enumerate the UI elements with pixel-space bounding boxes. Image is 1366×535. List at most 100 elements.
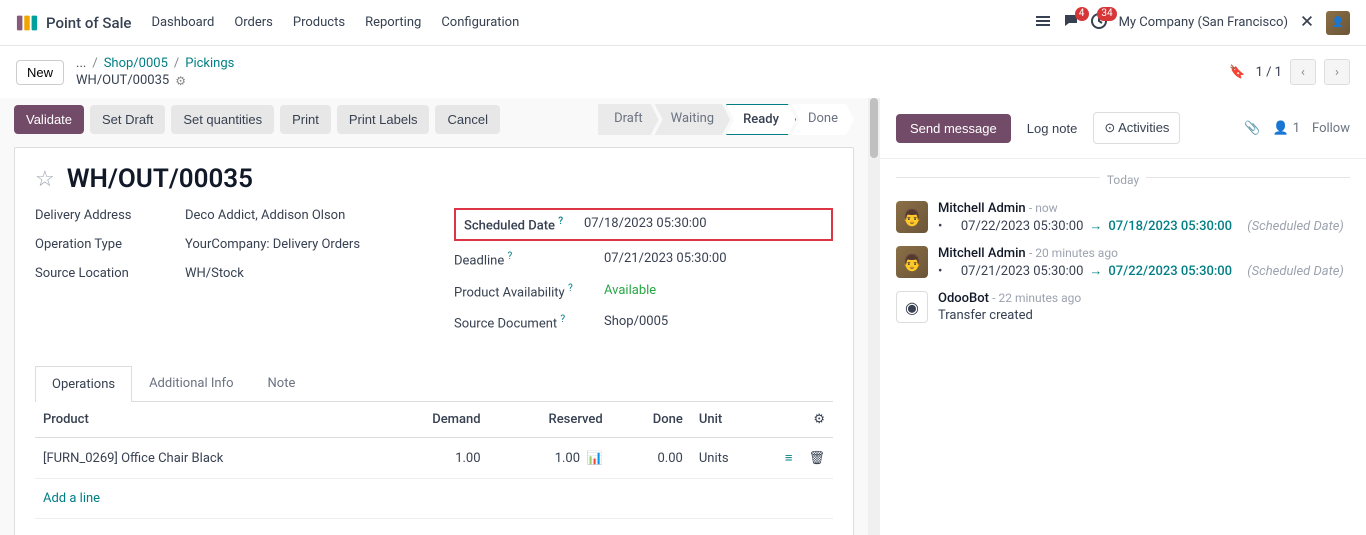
col-done[interactable]: Done	[611, 402, 691, 438]
tab-note[interactable]: Note	[251, 365, 313, 401]
message-body: • 07/22/2023 05:30:00 → 07/18/2023 05:30…	[938, 218, 1350, 234]
bot-avatar[interactable]: ◉	[896, 291, 928, 323]
message: 👨 Mitchell Admin - now • 07/22/2023 05:3…	[880, 195, 1366, 240]
message-author[interactable]: OdooBot	[938, 291, 989, 306]
col-reserved[interactable]: Reserved	[489, 402, 611, 438]
avatar[interactable]: 👨	[896, 246, 928, 278]
operations-table: Product Demand Reserved Done Unit ⚙ [FUR…	[35, 402, 833, 535]
favorite-star-icon[interactable]: ☆	[35, 167, 55, 192]
arrow-icon: →	[1089, 263, 1102, 279]
cancel-button[interactable]: Cancel	[435, 105, 499, 134]
user-avatar[interactable]: 👤	[1326, 11, 1350, 35]
message-author[interactable]: Mitchell Admin	[938, 201, 1026, 216]
tray-icon[interactable]	[1035, 13, 1051, 33]
message-time: - now	[1029, 201, 1058, 215]
delivery-address-label: Delivery Address	[35, 208, 185, 223]
source-document-value[interactable]: Shop/0005	[604, 314, 668, 331]
app-logo[interactable]	[16, 12, 38, 34]
cell-unit[interactable]: Units	[691, 438, 771, 479]
col-demand[interactable]: Demand	[377, 402, 489, 438]
print-button[interactable]: Print	[280, 105, 331, 134]
set-draft-button[interactable]: Set Draft	[90, 105, 165, 134]
status-done[interactable]: Done	[792, 104, 854, 135]
app-name[interactable]: Point of Sale	[46, 14, 131, 32]
delete-icon[interactable]: 🗑	[808, 451, 825, 466]
tab-operations[interactable]: Operations	[35, 366, 132, 402]
scrollbar[interactable]	[868, 98, 880, 535]
help-icon[interactable]: ?	[560, 314, 565, 325]
forecast-icon[interactable]: 📊	[587, 451, 603, 466]
breadcrumb-shop[interactable]: Shop/0005	[104, 56, 168, 71]
notebook-tabs: Operations Additional Info Note	[35, 365, 833, 402]
debug-icon[interactable]	[1300, 14, 1314, 32]
form-view: Validate Set Draft Set quantities Print …	[0, 98, 868, 535]
control-panel: New ... / Shop/0005 / Pickings WH/OUT/00…	[0, 46, 1366, 98]
source-location-value[interactable]: WH/Stock	[185, 266, 244, 281]
col-product[interactable]: Product	[35, 402, 377, 438]
day-separator: Today	[880, 159, 1366, 195]
status-ready[interactable]: Ready	[726, 104, 796, 135]
message-author[interactable]: Mitchell Admin	[938, 246, 1026, 261]
scheduled-date-value[interactable]: 07/18/2023 05:30:00	[584, 216, 707, 233]
status-waiting[interactable]: Waiting	[655, 104, 730, 135]
breadcrumb-current: WH/OUT/00035	[76, 73, 169, 88]
status-draft[interactable]: Draft	[598, 104, 659, 135]
breadcrumb-sep: /	[174, 56, 179, 71]
breadcrumb: ... / Shop/0005 / Pickings WH/OUT/00035 …	[76, 56, 234, 88]
detail-icon[interactable]: ≡	[785, 451, 793, 466]
activities-icon[interactable]: 34	[1091, 13, 1107, 33]
validate-button[interactable]: Validate	[14, 105, 84, 134]
tab-additional-info[interactable]: Additional Info	[132, 365, 250, 401]
set-quantities-button[interactable]: Set quantities	[171, 105, 274, 134]
table-row[interactable]: [FURN_0269] Office Chair Black 1.00 1.00…	[35, 438, 833, 479]
nav-menu: Dashboard Orders Products Reporting Conf…	[151, 15, 519, 30]
pager-next[interactable]: ›	[1324, 59, 1350, 85]
add-line-row[interactable]: Add a line	[35, 479, 833, 519]
bookmark-icon[interactable]: 🔖	[1229, 65, 1245, 80]
activities-button[interactable]: ⊙ Activities	[1093, 112, 1180, 144]
help-icon[interactable]: ?	[568, 283, 573, 294]
pager-prev[interactable]: ‹	[1290, 59, 1316, 85]
record-title: WH/OUT/00035	[67, 164, 253, 194]
message-time: - 22 minutes ago	[992, 291, 1081, 305]
operation-type-value[interactable]: YourCompany: Delivery Orders	[185, 237, 360, 252]
topbar-right: 4 34 My Company (San Francisco) 👤	[1035, 11, 1350, 35]
nav-reporting[interactable]: Reporting	[365, 15, 421, 30]
settings-icon[interactable]: ⚙	[813, 412, 825, 427]
delivery-address-value[interactable]: Deco Addict, Addison Olson	[185, 208, 345, 223]
source-document-label: Source Document ?	[454, 314, 604, 331]
gear-icon[interactable]: ⚙	[175, 74, 186, 88]
form-sheet: ☆ WH/OUT/00035 Delivery AddressDeco Addi…	[14, 147, 854, 535]
send-message-button[interactable]: Send message	[896, 114, 1011, 143]
follow-button[interactable]: Follow	[1312, 121, 1350, 136]
nav-dashboard[interactable]: Dashboard	[151, 15, 214, 30]
attach-icon[interactable]: 📎	[1244, 121, 1260, 136]
breadcrumb-pickings[interactable]: Pickings	[185, 56, 234, 71]
message-body: Transfer created	[938, 308, 1350, 323]
log-note-button[interactable]: Log note	[1017, 114, 1088, 143]
deadline-value[interactable]: 07/21/2023 05:30:00	[604, 251, 727, 268]
print-labels-button[interactable]: Print Labels	[337, 105, 430, 134]
avatar[interactable]: 👨	[896, 201, 928, 233]
activities-badge: 34	[1097, 7, 1116, 21]
message-time: - 20 minutes ago	[1029, 246, 1118, 260]
messages-icon[interactable]: 4	[1063, 13, 1079, 33]
add-line[interactable]: Add a line	[35, 479, 833, 519]
attachment-count[interactable]: 👤 1	[1273, 121, 1301, 136]
topbar: Point of Sale Dashboard Orders Products …	[0, 0, 1366, 46]
help-icon[interactable]: ?	[558, 216, 563, 227]
col-unit[interactable]: Unit	[691, 402, 771, 438]
nav-configuration[interactable]: Configuration	[441, 15, 519, 30]
main: Validate Set Draft Set quantities Print …	[0, 98, 1366, 535]
cell-demand[interactable]: 1.00	[377, 438, 489, 479]
cell-product[interactable]: [FURN_0269] Office Chair Black	[35, 438, 377, 479]
nav-orders[interactable]: Orders	[234, 15, 273, 30]
cell-reserved[interactable]: 1.00 📊	[489, 438, 611, 479]
nav-products[interactable]: Products	[293, 15, 345, 30]
company-selector[interactable]: My Company (San Francisco)	[1119, 15, 1288, 30]
help-icon[interactable]: ?	[507, 251, 512, 262]
new-button[interactable]: New	[16, 60, 64, 85]
availability-value: Available	[604, 283, 656, 300]
cell-done[interactable]: 0.00	[611, 438, 691, 479]
breadcrumb-dots[interactable]: ...	[76, 56, 86, 71]
